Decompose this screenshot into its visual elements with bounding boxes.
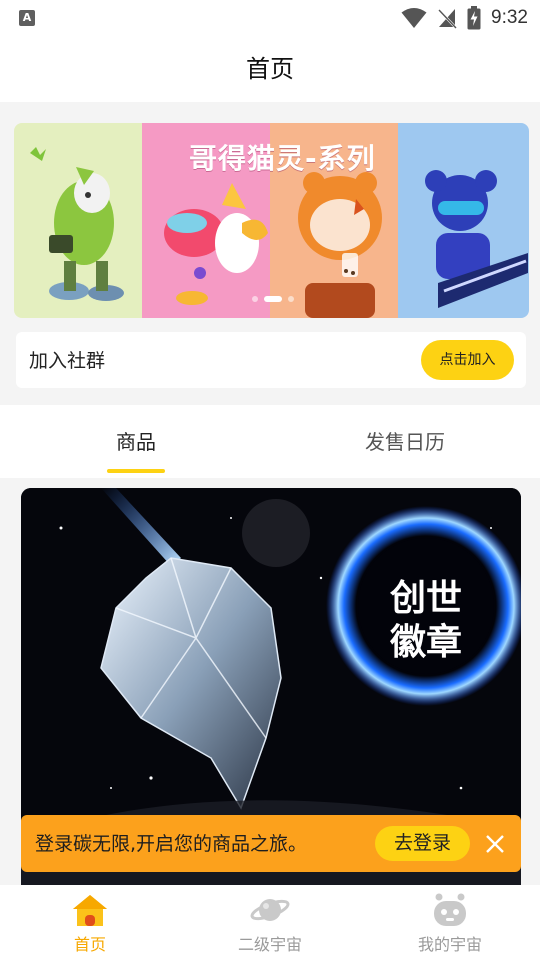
bottom-navigation: 首页 二级宇宙 我的宇宙 — [0, 885, 540, 960]
badge-text-line2: 徽章 — [389, 621, 462, 663]
robot-face-icon — [434, 893, 466, 926]
nav-my-universe[interactable]: 我的宇宙 — [380, 885, 520, 960]
join-community-button[interactable]: 点击加入 — [421, 340, 514, 380]
content-tabs: 商品 发售日历 — [0, 405, 540, 478]
nav-home-label: 首页 — [73, 935, 106, 954]
nav-secondary-universe[interactable]: 二级宇宙 — [200, 885, 340, 960]
page-title: 首页 — [246, 55, 294, 83]
community-join-card: 加入社群 点击加入 — [16, 332, 526, 388]
planet-icon — [250, 899, 290, 921]
banner-title: 哥得猫灵-系列 — [189, 142, 376, 175]
carousel-dot — [288, 296, 294, 302]
login-prompt-message: 登录碳无限,开启您的商品之旅。 — [35, 833, 308, 855]
app-notification-icon: A — [19, 10, 35, 26]
battery-charging-icon — [467, 6, 481, 30]
top-header: 首页 — [0, 36, 540, 102]
tab-release-calendar[interactable]: 发售日历 — [340, 405, 470, 478]
tab-products[interactable]: 商品 — [86, 405, 186, 478]
community-label: 加入社群 — [29, 350, 106, 372]
status-bar: A 9:32 — [0, 0, 540, 36]
active-tab-indicator — [107, 469, 165, 473]
wifi-icon — [401, 8, 427, 28]
nav-my-universe-label: 我的宇宙 — [417, 935, 482, 954]
carousel-dot — [252, 296, 258, 302]
banner-section: 哥得猫灵-系列 加入社群 点击加入 — [0, 102, 540, 405]
nav-secondary-universe-label: 二级宇宙 — [237, 935, 302, 954]
home-icon — [73, 895, 107, 926]
nav-home[interactable]: 首页 — [20, 885, 160, 960]
login-prompt-bar: 登录碳无限,开启您的商品之旅。 去登录 — [21, 815, 521, 872]
banner-panel-blue-cat — [398, 123, 529, 318]
banner-panel-green-cat — [14, 123, 142, 318]
badge-text-line1: 创世 — [390, 578, 462, 619]
no-signal-icon — [438, 9, 457, 29]
login-button[interactable]: 去登录 — [375, 826, 470, 861]
promo-banner-carousel[interactable]: 哥得猫灵-系列 — [14, 123, 529, 318]
close-icon[interactable] — [482, 831, 508, 857]
status-icons: 9:32 — [401, 5, 528, 31]
status-time: 9:32 — [491, 7, 528, 28]
carousel-dot-active — [264, 296, 282, 302]
carousel-indicator — [252, 296, 294, 302]
